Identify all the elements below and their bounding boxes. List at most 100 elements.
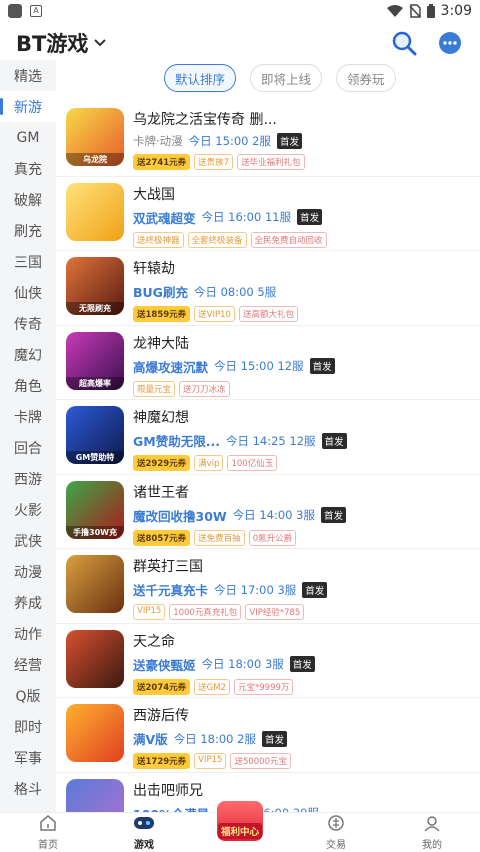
- sidebar-item[interactable]: 武侠: [0, 525, 56, 556]
- status-bar: A 3:09: [0, 0, 480, 22]
- game-tag: 元宝*9999万: [234, 678, 294, 695]
- bottom-nav-item[interactable]: 交易: [288, 813, 384, 852]
- sidebar-item[interactable]: 西游: [0, 463, 56, 494]
- game-name: 群英打三国: [133, 559, 203, 575]
- sidebar-item[interactable]: 传奇: [0, 308, 56, 339]
- bottom-nav: 首页 游戏 福利中心交易 我的: [0, 801, 480, 852]
- sidebar-item[interactable]: 回合: [0, 432, 56, 463]
- game-tag: 满vip: [194, 455, 224, 471]
- sidebar-item[interactable]: 新游: [0, 91, 56, 122]
- game-subtitle: 满V版: [133, 732, 168, 747]
- game-tag: 送免费百抽: [194, 529, 245, 546]
- game-list-item[interactable]: GM赞助特 神魔幻想 GM赞助无限... 今日 14:25 12服 首发 送2929元券满…: [56, 400, 480, 475]
- game-list-item[interactable]: 出击吧师兄 100%全满星... 今日 16:00 39服: [56, 773, 480, 814]
- bottom-nav-item[interactable]: 游戏: [96, 813, 192, 852]
- game-tags: 送2741元券 送贵族7 送毕业福利礼包: [133, 154, 470, 170]
- sidebar-item[interactable]: 火影: [0, 494, 56, 525]
- game-list-item[interactable]: 超高爆率 龙神大陆 高爆攻速沉默 今日 15:00 12服 首发 限量元宝 送刀刀冰冻: [56, 326, 480, 400]
- game-tags: 送1859元券 送VIP10 送高额大礼包: [133, 306, 470, 322]
- sidebar-item[interactable]: 动漫: [0, 556, 56, 587]
- page-title[interactable]: BT游戏: [16, 28, 88, 58]
- game-thumbnail[interactable]: 乌龙院: [66, 108, 124, 166]
- game-meta: 高爆攻速沉默 今日 15:00 12服 首发: [133, 357, 470, 376]
- game-tag: 全套终极装备: [187, 231, 247, 248]
- sidebar-item[interactable]: 仙侠: [0, 277, 56, 308]
- game-list-item[interactable]: 手撸30W充 诸世王者 魔改回收撸30W 今日 14:00 3服 首发 送8057元券 送免…: [56, 475, 480, 549]
- trade-icon: [327, 814, 345, 836]
- sidebar-item[interactable]: 三国: [0, 246, 56, 277]
- game-tag: 送贵族7: [194, 154, 234, 170]
- app-notification-icon: [8, 4, 22, 18]
- battery-icon: [426, 4, 435, 18]
- game-name: 神魔幻想: [133, 410, 189, 426]
- game-info: 神魔幻想 GM赞助无限... 今日 14:25 12服 首发 送2929元券 满vip 10…: [133, 406, 470, 471]
- bottom-nav-item[interactable]: 首页: [0, 813, 96, 852]
- game-list-item[interactable]: 乌龙院 乌龙院之活宝传奇 删... 卡牌·动漫 今日 15:00 2服 首发 送2741元…: [56, 102, 480, 177]
- game-thumbnail[interactable]: GM赞助特: [66, 406, 124, 464]
- game-tag: VIP15: [133, 604, 166, 620]
- game-name: 龙神大陆: [133, 335, 189, 352]
- game-thumbnail[interactable]: [66, 555, 124, 613]
- thumbnail-caption: GM赞助特: [66, 451, 124, 464]
- game-meta: 送千元真充卡 今日 17:00 3服 首发: [133, 580, 470, 599]
- game-list-item[interactable]: 西游后传 满V版 今日 18:00 2服 首发 送1729元券 VIP15 送50000元宝: [56, 698, 480, 773]
- game-thumbnail[interactable]: 超高爆率: [66, 331, 124, 390]
- server-time: 今日 16:00 11服: [201, 210, 292, 224]
- sidebar-item[interactable]: GM: [0, 122, 56, 153]
- thumbnail-caption: 乌龙院: [66, 153, 124, 166]
- game-thumbnail[interactable]: [66, 182, 124, 241]
- sidebar-item[interactable]: 卡牌: [0, 401, 56, 432]
- game-subtitle: 魔改回收撸30W: [133, 508, 227, 524]
- game-name: 天之命: [133, 633, 175, 650]
- first-launch-badge: 首发: [320, 507, 346, 523]
- game-name: 西游后传: [133, 708, 189, 724]
- sort-filter-tab[interactable]: 即将上线: [250, 64, 323, 92]
- sort-filter-tab[interactable]: 默认排序: [164, 64, 237, 92]
- bottom-nav-label: 交易: [326, 840, 346, 851]
- game-thumbnail[interactable]: [66, 704, 124, 762]
- sidebar-item[interactable]: 魔幻: [0, 339, 56, 370]
- game-tag: 送1859元券: [133, 306, 191, 322]
- server-time: 今日 14:00 3服: [232, 508, 315, 522]
- gamepad-icon: [133, 814, 155, 836]
- game-list-item[interactable]: 天之命 送豪侠甄姬 今日 18:00 3服 首发 送2074元券 送GM2 元宝*9999万: [56, 624, 480, 698]
- sidebar-item[interactable]: 动作: [0, 618, 56, 649]
- sidebar-item[interactable]: 角色: [0, 370, 56, 401]
- game-tag: VIP经验*785: [245, 604, 305, 620]
- game-thumbnail[interactable]: [66, 629, 124, 688]
- bottom-nav-item[interactable]: 福利中心: [192, 801, 288, 852]
- game-tag: 送刀刀冰冻: [179, 380, 230, 397]
- sidebar-item[interactable]: 真充: [0, 153, 56, 184]
- sort-filter-tab[interactable]: 领券玩: [336, 64, 396, 92]
- gift-icon[interactable]: 福利中心: [217, 801, 263, 841]
- game-tags: 送8057元券 送免费百抽 0氪升公爵: [133, 529, 470, 546]
- chevron-down-icon[interactable]: [94, 35, 107, 51]
- sidebar-item[interactable]: 军事: [0, 742, 56, 773]
- game-thumbnail[interactable]: 无限刷充: [66, 257, 124, 315]
- game-list-item[interactable]: 无限刷充 轩辕劫 BUG刷充 今日 08:00 5服 送1859元券 送VIP10 送高额大…: [56, 251, 480, 326]
- sidebar-item[interactable]: 即时: [0, 711, 56, 742]
- first-launch-badge: 首发: [276, 133, 302, 149]
- game-name: 大战国: [133, 186, 175, 203]
- thumbnail-caption: 超高爆率: [66, 376, 124, 390]
- sidebar-item[interactable]: 格斗: [0, 773, 56, 804]
- sidebar-item[interactable]: 经营: [0, 649, 56, 680]
- bottom-nav-item[interactable]: 我的: [384, 813, 480, 852]
- game-list-item[interactable]: 大战国 双武魂超变 今日 16:00 11服 首发 送终极神器 全套终极装备 全民免费自动回…: [56, 177, 480, 251]
- game-tag: 送VIP10: [194, 306, 235, 322]
- sidebar-item[interactable]: 刷充: [0, 215, 56, 246]
- message-icon[interactable]: [436, 29, 464, 57]
- game-list-item[interactable]: 群英打三国送千元真充卡 今日 17:00 3服 首发 VIP15 1000元真充礼包 VI…: [56, 549, 480, 624]
- sidebar-item[interactable]: 精选: [0, 60, 56, 91]
- game-thumbnail[interactable]: [66, 778, 124, 814]
- sidebar-item[interactable]: Q版: [0, 680, 56, 711]
- thumbnail-caption: 手撸30W充: [66, 525, 124, 539]
- search-icon[interactable]: [390, 29, 418, 57]
- status-time: 3:09: [440, 3, 472, 19]
- sidebar-item[interactable]: 养成: [0, 587, 56, 618]
- game-tag: VIP15: [194, 753, 227, 769]
- game-thumbnail[interactable]: 手撸30W充: [66, 480, 124, 539]
- sidebar-item[interactable]: 破解: [0, 184, 56, 215]
- sort-filter-bar: 默认排序 即将上线 领券玩: [56, 60, 480, 96]
- game-tags: VIP15 1000元真充礼包 VIP经验*785: [133, 604, 470, 620]
